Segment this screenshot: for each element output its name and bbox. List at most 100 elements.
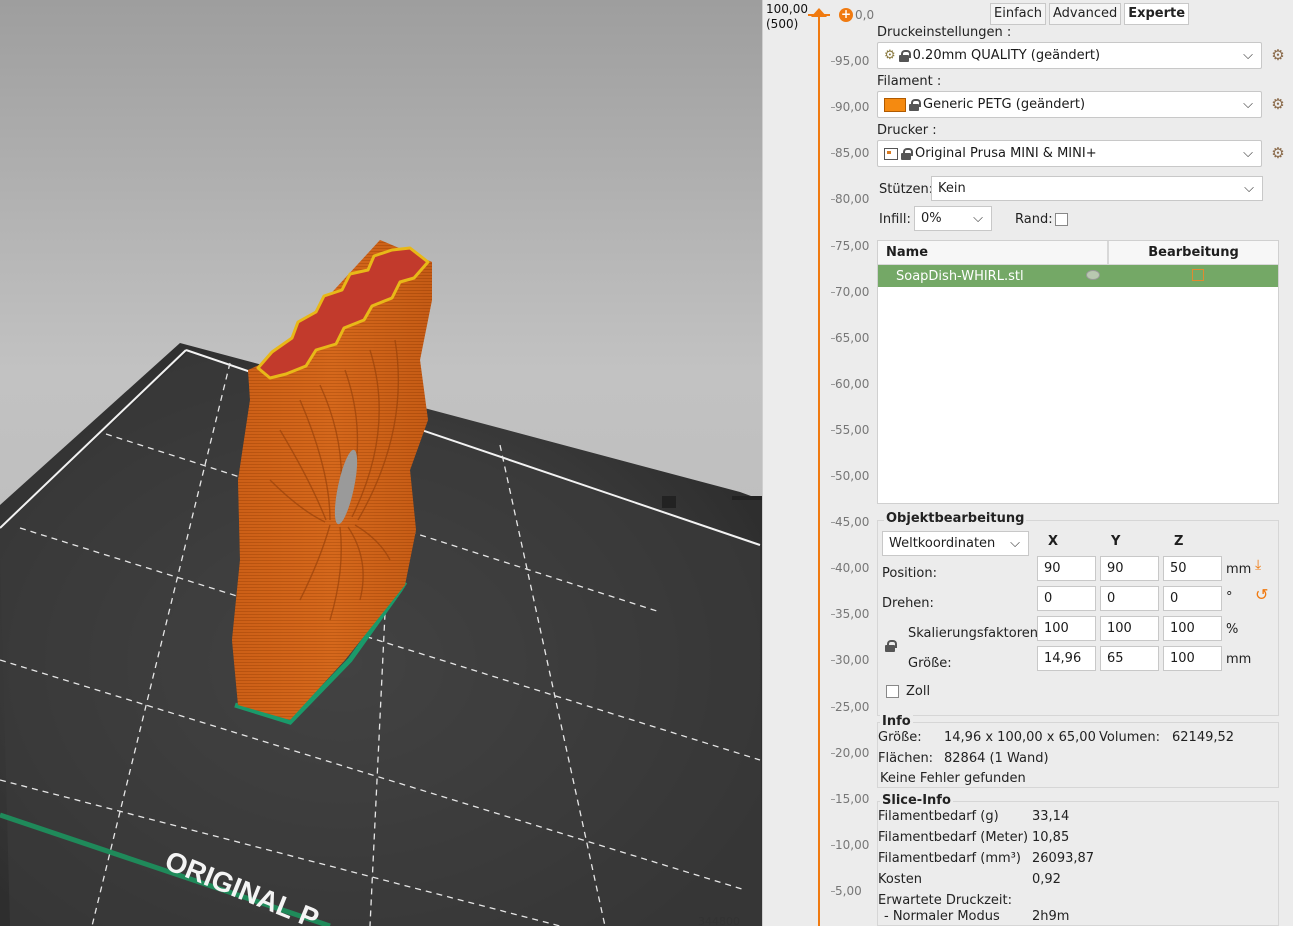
eye-icon[interactable] — [1086, 270, 1100, 280]
filament-gear-icon[interactable]: ⚙ — [1270, 96, 1286, 112]
rotation-unit: ° — [1226, 590, 1233, 605]
slider-tick-label: 80,00 — [835, 192, 870, 207]
add-color-change-icon[interactable]: + — [839, 8, 853, 22]
mode-advanced-button[interactable]: Advanced — [1049, 3, 1122, 25]
normal-mode-value: 2h9m — [1032, 909, 1070, 924]
printer-icon — [884, 147, 898, 160]
filament-value: Generic PETG (geändert) — [923, 97, 1086, 112]
filament-color-swatch[interactable] — [884, 97, 906, 112]
scale-x-input[interactable]: 100 — [1037, 616, 1096, 641]
chevron-down-icon: ⌵ — [1243, 97, 1253, 112]
info-volume-label: Volumen: — [1099, 730, 1160, 745]
chevron-down-icon: ⌵ — [1243, 48, 1253, 63]
supports-value: Kein — [938, 181, 966, 196]
lock-scale-icon[interactable] — [885, 640, 897, 656]
object-edit-title: Objektbearbeitung — [884, 511, 1027, 526]
info-size-label: Größe: — [878, 730, 922, 745]
chevron-down-icon: ⌵ — [1010, 536, 1020, 551]
position-x-input[interactable]: 90 — [1037, 556, 1096, 581]
rotation-z-input[interactable]: 0 — [1163, 586, 1222, 611]
lock-icon — [909, 98, 921, 111]
slider-handle-line — [808, 14, 830, 16]
inches-checkbox[interactable] — [886, 685, 899, 698]
slice-info-key: Filamentbedarf (mm³) — [878, 851, 1021, 866]
infill-value: 0% — [921, 211, 942, 226]
info-size-value: 14,96 x 100,00 x 65,00 — [944, 730, 1096, 745]
slice-info-title: Slice-Info — [880, 793, 953, 808]
info-facets-label: Flächen: — [878, 751, 934, 766]
mode-simple-button[interactable]: Einfach — [990, 3, 1046, 25]
axis-x-header: X — [1048, 534, 1059, 549]
print-settings-gear-icon[interactable]: ⚙ — [1270, 47, 1286, 63]
slider-tick-label: 5,00 — [835, 883, 862, 898]
printer-value: Original Prusa MINI & MINI+ — [915, 146, 1097, 161]
scale-y-input[interactable]: 100 — [1100, 616, 1159, 641]
slider-track[interactable] — [818, 14, 820, 926]
filament-combo[interactable]: Generic PETG (geändert) ⌵ — [877, 91, 1262, 118]
info-title: Info — [880, 714, 913, 729]
filament-label: Filament : — [877, 74, 942, 89]
axis-y-header: Y — [1111, 534, 1121, 549]
supports-label: Stützen: — [879, 182, 934, 197]
size-unit: mm — [1226, 652, 1252, 667]
slice-info-value: 26093,87 — [1032, 851, 1095, 866]
supports-combo[interactable]: Kein ⌵ — [931, 176, 1263, 201]
sidebar: Einfach Advanced Experte Druckeinstellun… — [874, 0, 1293, 926]
column-name[interactable]: Name — [878, 241, 1108, 264]
position-y-input[interactable]: 90 — [1100, 556, 1159, 581]
slider-tick-label: 65,00 — [835, 330, 870, 345]
scale-label: Skalierungsfaktoren: — [908, 626, 1043, 641]
slider-tick-label: 85,00 — [835, 146, 870, 161]
infill-combo[interactable]: 0% ⌵ — [914, 206, 992, 231]
size-x-input[interactable]: 14,96 — [1037, 646, 1096, 671]
print-preset-icon: ⚙ — [884, 48, 896, 63]
drop-to-bed-icon[interactable]: ⤓ — [1255, 557, 1261, 573]
brim-label: Rand: — [1015, 212, 1053, 227]
chevron-down-icon: ⌵ — [1243, 146, 1253, 161]
inches-label: Zoll — [906, 684, 931, 699]
size-z-input[interactable]: 100 — [1163, 646, 1222, 671]
mode-expert-button[interactable]: Experte — [1124, 3, 1190, 25]
position-unit: mm — [1226, 562, 1252, 577]
axis-z-header: Z — [1174, 534, 1184, 549]
object-name: SoapDish-WHIRL.stl — [896, 268, 1024, 284]
slider-tick-label: 75,00 — [835, 238, 870, 253]
slider-tick-label: 40,00 — [835, 561, 870, 576]
print-settings-value: 0.20mm QUALITY (geändert) — [912, 48, 1101, 63]
mode-switch: Einfach Advanced Experte — [990, 3, 1190, 25]
printer-gear-icon[interactable]: ⚙ — [1270, 145, 1286, 161]
size-y-input[interactable]: 65 — [1100, 646, 1159, 671]
layer-slider[interactable]: 100,00 (500) + 0,0(95,00 90,00 85,00 80,00 7… — [762, 0, 879, 926]
rotation-y-input[interactable]: 0 — [1100, 586, 1159, 611]
scene-render: ORIGINAL P — [0, 240, 762, 926]
info-errors: Keine Fehler gefunden — [880, 771, 1026, 786]
scale-z-input[interactable]: 100 — [1163, 616, 1222, 641]
slider-tick-label: 20,00 — [835, 745, 870, 760]
coord-system-combo[interactable]: Weltkoordinaten ⌵ — [882, 531, 1029, 556]
list-item[interactable]: SoapDish-WHIRL.stl — [878, 265, 1278, 287]
status-vertex-count: 344800 — [698, 915, 740, 926]
slice-info-key: Kosten — [878, 872, 922, 887]
infill-label: Infill: — [879, 212, 911, 227]
brim-checkbox[interactable] — [1055, 213, 1068, 226]
reset-rotation-icon[interactable]: ↺ — [1255, 585, 1268, 604]
coord-system-value: Weltkoordinaten — [889, 536, 996, 551]
slider-tick-label: 10,00 — [835, 837, 870, 852]
info-volume-value: 62149,52 — [1172, 730, 1235, 745]
slider-top-value: 100,00 (500) — [766, 2, 808, 32]
3d-viewport[interactable]: ORIGINAL P 344800 — [0, 0, 762, 926]
edit-icon[interactable] — [1192, 269, 1204, 281]
position-z-input[interactable]: 50 — [1163, 556, 1222, 581]
print-time-label: Erwartete Druckzeit: — [878, 893, 1013, 908]
printer-label: Drucker : — [877, 123, 937, 138]
slider-tick-label: 30,00 — [835, 653, 870, 668]
printer-combo[interactable]: Original Prusa MINI & MINI+ ⌵ — [877, 140, 1262, 167]
rotation-x-input[interactable]: 0 — [1037, 586, 1096, 611]
column-edit[interactable]: Bearbeitung — [1108, 241, 1278, 264]
chevron-down-icon: ⌵ — [1244, 181, 1254, 196]
print-settings-combo[interactable]: ⚙ 0.20mm QUALITY (geändert) ⌵ — [877, 42, 1262, 69]
chevron-down-icon: ⌵ — [973, 211, 983, 226]
slider-tick-label: 50,00 — [835, 469, 870, 483]
object-list[interactable]: Name Bearbeitung SoapDish-WHIRL.stl — [877, 240, 1279, 504]
slider-tick-label: 45,00 — [835, 515, 870, 530]
